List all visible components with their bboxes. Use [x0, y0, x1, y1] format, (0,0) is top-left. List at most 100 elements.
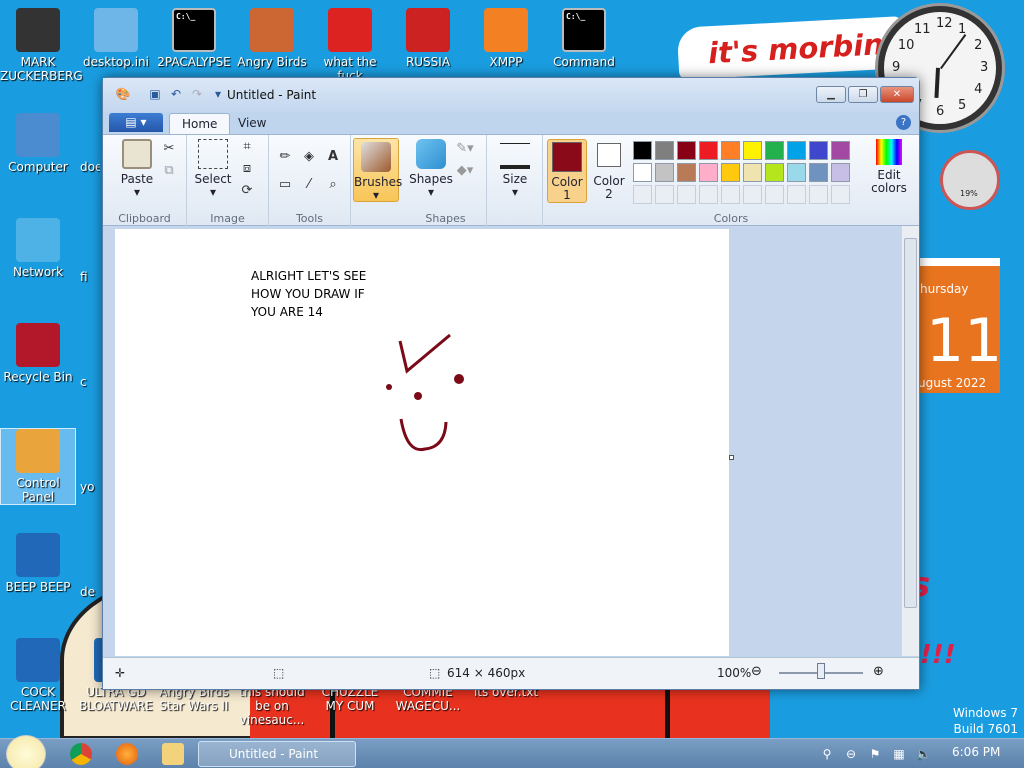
minimize-button[interactable]: ▁ [816, 86, 846, 103]
color-swatch[interactable] [655, 163, 674, 182]
paint-window[interactable]: 🎨 ▣ ↶ ↷ ▾ Untitled - Paint ▁ ❐ ✕ ▤ ▾ Hom… [102, 77, 920, 690]
brushes-button[interactable]: Brushes ▾ [353, 138, 402, 202]
clock-time[interactable]: 6:06 PM [952, 745, 1000, 759]
network-tray-icon[interactable]: ▦ [892, 747, 906, 761]
color-swatch[interactable] [721, 163, 740, 182]
color-swatch[interactable] [765, 141, 784, 160]
close-button[interactable]: ✕ [880, 86, 914, 103]
color-swatch[interactable] [699, 163, 718, 182]
paint-app-icon[interactable]: 🎨 [115, 86, 131, 102]
drawing-canvas[interactable]: ALRIGHT LET'S SEE HOW YOU DRAW IF YOU AR… [115, 229, 734, 656]
pencil-icon[interactable]: ✏ [275, 147, 295, 167]
color-swatch[interactable] [809, 185, 828, 204]
desktop-icon[interactable]: Angry Birds [234, 8, 310, 69]
resize-icon[interactable]: ⧈ [237, 159, 257, 179]
color-swatch[interactable] [831, 141, 850, 160]
select-button[interactable]: Select ▾ [187, 139, 239, 199]
maximize-button[interactable]: ❐ [848, 86, 878, 103]
color-swatch[interactable] [743, 141, 762, 160]
file-menu-button[interactable]: ▤ ▾ [109, 113, 163, 132]
color-swatch[interactable] [655, 185, 674, 204]
color-swatch[interactable] [765, 163, 784, 182]
color-swatch[interactable] [765, 185, 784, 204]
zoom-in-icon[interactable]: ⊕ [873, 664, 884, 679]
partial-icon-label[interactable]: doe [80, 160, 100, 174]
color-swatch[interactable] [809, 141, 828, 160]
action-center-icon[interactable]: ⚑ [868, 747, 882, 761]
redo-icon[interactable]: ↷ [189, 86, 205, 102]
cut-icon[interactable]: ✂ [159, 139, 179, 159]
desktop-icon[interactable]: desktop.ini [78, 8, 154, 69]
copy-icon[interactable]: ⧉ [159, 161, 179, 181]
zoom-out-icon[interactable]: ⊖ [751, 664, 762, 679]
outline-icon[interactable]: ✎▾ [455, 139, 475, 159]
fill-shape-icon[interactable]: ◆▾ [455, 161, 475, 181]
color-swatch[interactable] [633, 141, 652, 160]
color-swatch[interactable] [831, 185, 850, 204]
cpu-meter-gadget[interactable]: 19% [940, 150, 1000, 210]
title-bar[interactable]: 🎨 ▣ ↶ ↷ ▾ Untitled - Paint ▁ ❐ ✕ [103, 78, 919, 112]
color-swatch[interactable] [633, 163, 652, 182]
taskbar-paint[interactable]: Untitled - Paint [198, 741, 356, 767]
color-picker-icon[interactable]: ⁄ [299, 175, 319, 195]
desktop-icon[interactable]: Network [0, 218, 76, 279]
search-icon[interactable]: ⚲ [820, 747, 834, 761]
color-swatch[interactable] [633, 185, 652, 204]
save-icon[interactable]: ▣ [147, 86, 163, 102]
color-swatch[interactable] [787, 163, 806, 182]
size-button[interactable]: Size ▾ [489, 139, 541, 199]
chrome-icon[interactable] [70, 743, 92, 765]
partial-icon-label[interactable]: de [80, 585, 100, 599]
partial-icon-label[interactable]: yo [80, 480, 100, 494]
start-button[interactable] [6, 735, 46, 768]
magnifier-icon[interactable]: ⌕ [323, 175, 343, 195]
color-swatch[interactable] [721, 141, 740, 160]
rotate-icon[interactable]: ⟳ [237, 181, 257, 201]
crop-icon[interactable]: ⌗ [237, 137, 257, 157]
firefox-icon[interactable] [116, 743, 138, 765]
color-swatch[interactable] [677, 185, 696, 204]
color-swatch[interactable] [699, 141, 718, 160]
fill-icon[interactable]: ◈ [299, 147, 319, 167]
explorer-icon[interactable] [162, 743, 184, 765]
desktop-icon[interactable]: 2PACALYPSE [156, 8, 232, 69]
color-swatch[interactable] [787, 185, 806, 204]
vertical-scrollbar[interactable] [901, 226, 919, 656]
eraser-icon[interactable]: ▭ [275, 175, 295, 195]
color2-button[interactable]: Color 2 [589, 139, 629, 203]
customize-toolbar-icon[interactable]: ▾ [210, 86, 226, 102]
color-swatch[interactable] [699, 185, 718, 204]
color-swatch[interactable] [655, 141, 674, 160]
desktop-icon[interactable]: RUSSIA [390, 8, 466, 69]
desktop-icon[interactable]: what the fuck [312, 8, 388, 83]
calendar-gadget[interactable]: hursday 11 ugust 2022 [916, 258, 1002, 393]
color-swatch[interactable] [677, 163, 696, 182]
color-swatch[interactable] [809, 163, 828, 182]
edit-colors-button[interactable]: Edit colors [861, 139, 917, 195]
color-swatch[interactable] [721, 185, 740, 204]
resize-handle[interactable] [729, 455, 734, 460]
desktop-icon[interactable]: MARK ZUCKERBERG [0, 8, 83, 83]
color-swatch[interactable] [787, 141, 806, 160]
desktop-icon[interactable]: Computer [0, 113, 76, 174]
desktop-icon[interactable]: Command [546, 8, 622, 69]
minus-icon[interactable]: ⊖ [844, 747, 858, 761]
desktop-icon[interactable]: COCK CLEANER [0, 638, 76, 713]
undo-icon[interactable]: ↶ [168, 86, 184, 102]
color-swatch[interactable] [743, 185, 762, 204]
scroll-thumb[interactable] [904, 238, 917, 608]
color-swatch[interactable] [677, 141, 696, 160]
partial-icon-label[interactable]: fi [80, 270, 100, 284]
tab-view[interactable]: View [226, 113, 278, 134]
tab-home[interactable]: Home [169, 113, 231, 134]
desktop-icon[interactable]: Recycle Bin [0, 323, 76, 384]
zoom-slider-thumb[interactable] [817, 663, 825, 679]
volume-icon[interactable]: 🔈 [916, 747, 931, 761]
color1-button[interactable]: Color 1 [547, 139, 587, 203]
partial-icon-label[interactable]: c [80, 375, 100, 389]
desktop-icon[interactable]: XMPP [468, 8, 544, 69]
help-icon[interactable]: ? [896, 115, 911, 130]
desktop-icon[interactable]: BEEP BEEP [0, 533, 76, 594]
desktop-icon[interactable]: Control Panel [0, 428, 76, 505]
shapes-button[interactable]: Shapes ▾ [405, 139, 457, 199]
